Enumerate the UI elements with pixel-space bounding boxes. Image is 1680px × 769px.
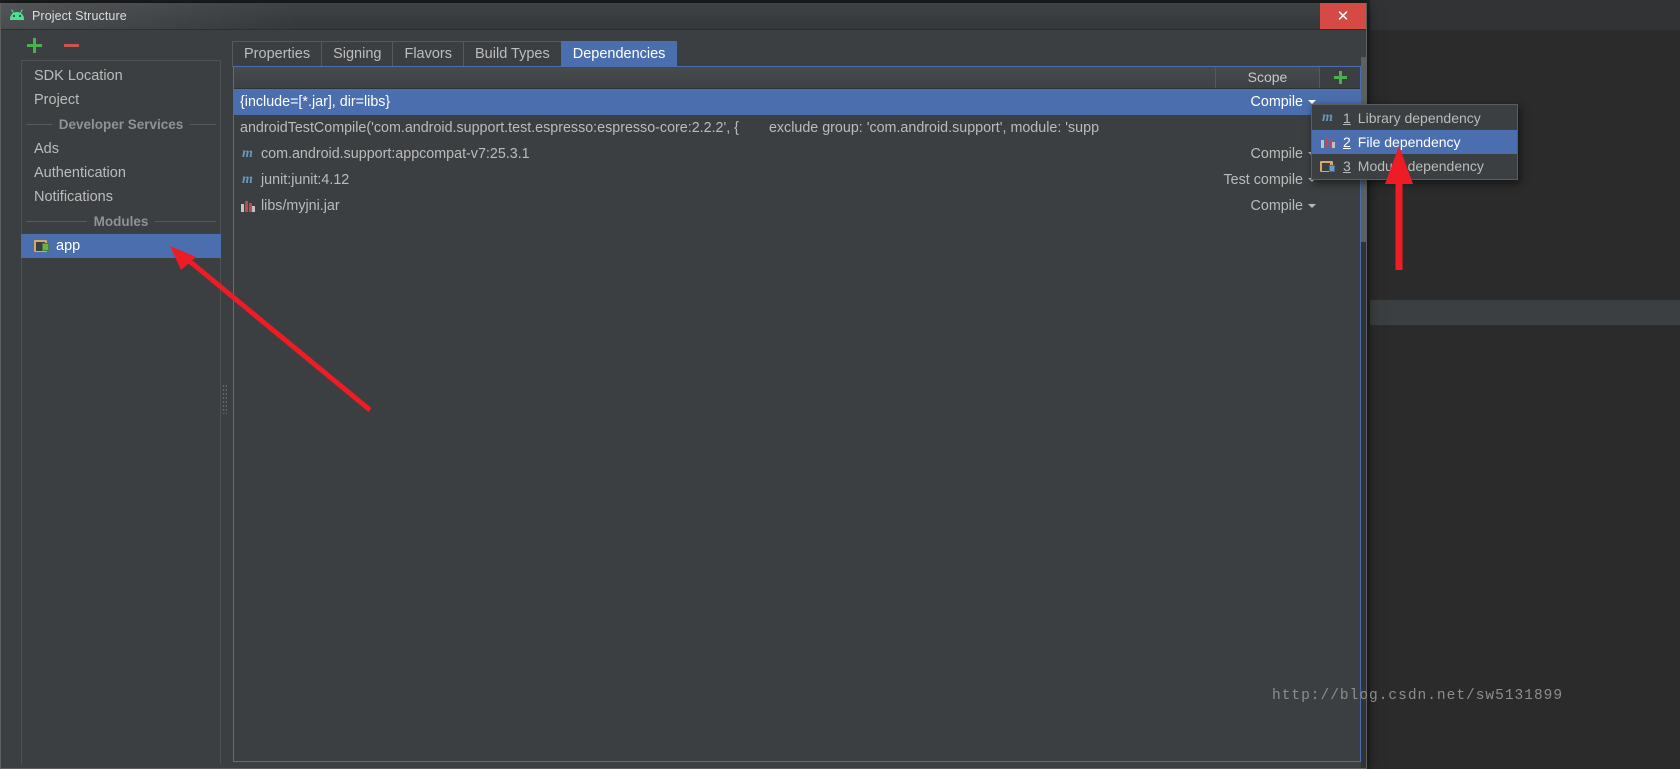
maven-icon: m: [242, 172, 253, 187]
left-pane-toolbar: [1, 30, 229, 60]
row-name-cell: {include=[*.jar], dir=libs}: [234, 94, 1216, 110]
row-label: libs/myjni.jar: [261, 198, 340, 214]
column-header-scope[interactable]: Scope: [1216, 67, 1320, 88]
add-dependency-popup-menu: m 1 Library dependency 2 File dependency…: [1311, 104, 1518, 180]
rule-right: [190, 124, 216, 125]
row-scope-label: Compile: [1250, 198, 1303, 214]
menu-mnemonic: 3: [1343, 158, 1351, 174]
sidebar-item-sdk-location[interactable]: SDK Location: [22, 64, 220, 88]
backdrop-divider: [1367, 300, 1680, 325]
sidebar-item-label: Authentication: [34, 165, 126, 181]
backdrop-top-strip: [1367, 0, 1680, 30]
table-row[interactable]: {include=[*.jar], dir=libs} Compile: [234, 89, 1360, 115]
row-extra-label: exclude group: 'com.android.support', mo…: [768, 120, 1100, 136]
structure-list: SDK Location Project Developer Services …: [21, 60, 221, 764]
menu-item-module-dependency[interactable]: 3 Module dependency: [1312, 154, 1517, 178]
tab-properties[interactable]: Properties: [232, 41, 323, 67]
sidebar-item-project[interactable]: Project: [22, 88, 220, 112]
sidebar-item-app[interactable]: app: [21, 234, 221, 258]
menu-item-label: Library dependency: [1357, 110, 1481, 126]
row-scope-cell[interactable]: Compile: [1216, 146, 1320, 162]
sidebar-item-label: Ads: [34, 141, 59, 157]
menu-item-label: File dependency: [1357, 134, 1461, 150]
tab-build-types[interactable]: Build Types: [463, 41, 562, 67]
sidebar-item-ads[interactable]: Ads: [22, 137, 220, 161]
jar-icon: [1319, 135, 1336, 149]
tab-flavors[interactable]: Flavors: [392, 41, 465, 67]
maven-icon: m: [242, 146, 253, 161]
row-scope-label: Test compile: [1223, 172, 1303, 188]
sidebar-item-label: Project: [34, 92, 80, 108]
row-scope-cell[interactable]: Compile: [1216, 198, 1320, 214]
dialog-titlebar: Project Structure ✕: [1, 3, 1366, 30]
right-pane: Properties Signing Flavors Build Types D…: [229, 30, 1366, 768]
close-button[interactable]: ✕: [1320, 3, 1366, 29]
left-pane: SDK Location Project Developer Services …: [1, 30, 229, 768]
sidebar-group-modules: Modules: [22, 209, 220, 234]
sidebar-group-developer-services: Developer Services: [22, 112, 220, 137]
table-row[interactable]: androidTestCompile('com.android.support.…: [234, 115, 1360, 141]
add-dependency-button[interactable]: [1320, 67, 1360, 88]
rule-right: [155, 221, 217, 222]
table-header: Scope: [234, 67, 1360, 89]
dialog-body: SDK Location Project Developer Services …: [1, 30, 1366, 768]
rule-left: [26, 221, 87, 222]
rule-left: [26, 124, 52, 125]
chevron-down-icon[interactable]: [1308, 204, 1316, 208]
tab-bar: Properties Signing Flavors Build Types D…: [232, 41, 678, 67]
menu-item-library-dependency[interactable]: m 1 Library dependency: [1312, 106, 1517, 130]
dialog-title: Project Structure: [32, 9, 127, 23]
pane-splitter-handle[interactable]: [222, 384, 227, 414]
maven-icon: m: [1322, 110, 1333, 125]
row-label: junit:junit:4.12: [261, 172, 350, 188]
menu-mnemonic: 2: [1343, 134, 1351, 150]
row-scope-label: Compile: [1250, 146, 1303, 162]
row-name-cell: m com.android.support:appcompat-v7:25.3.…: [234, 146, 1216, 162]
project-structure-dialog: Project Structure ✕ SDK Location Project…: [0, 3, 1367, 769]
dependencies-table: Scope {include=[*.jar], dir=libs} Compil…: [233, 66, 1361, 762]
row-label: {include=[*.jar], dir=libs}: [240, 94, 391, 110]
row-scope-cell[interactable]: Test compile: [1216, 172, 1320, 188]
sidebar-item-authentication[interactable]: Authentication: [22, 161, 220, 185]
plus-icon: [1333, 71, 1347, 84]
sidebar-item-label: app: [56, 238, 81, 254]
menu-item-file-dependency[interactable]: 2 File dependency: [1312, 130, 1517, 154]
sidebar-item-label: Notifications: [34, 189, 113, 205]
column-header-name[interactable]: [234, 67, 1216, 88]
add-module-icon[interactable]: [27, 37, 42, 53]
row-scope-cell[interactable]: Compile: [1216, 94, 1320, 110]
table-row[interactable]: libs/myjni.jar Compile: [234, 193, 1360, 219]
sidebar-item-label: SDK Location: [34, 68, 123, 84]
sidebar-group-label: Modules: [93, 214, 149, 229]
module-icon: [34, 239, 50, 253]
jar-icon: [240, 199, 255, 213]
table-body: {include=[*.jar], dir=libs} Compile andr…: [234, 89, 1360, 219]
row-scope-label: Compile: [1250, 94, 1303, 110]
table-row[interactable]: m com.android.support:appcompat-v7:25.3.…: [234, 141, 1360, 167]
folder-icon: [1319, 160, 1336, 173]
remove-module-icon[interactable]: [64, 38, 79, 53]
table-row[interactable]: m junit:junit:4.12 Test compile: [234, 167, 1360, 193]
row-label: com.android.support:appcompat-v7:25.3.1: [261, 146, 530, 162]
row-name-cell: androidTestCompile('com.android.support.…: [234, 120, 1216, 136]
android-studio-icon: [9, 8, 25, 24]
menu-mnemonic: 1: [1343, 110, 1351, 126]
tab-signing[interactable]: Signing: [321, 41, 394, 67]
sidebar-item-notifications[interactable]: Notifications: [22, 185, 220, 209]
row-label: androidTestCompile('com.android.support.…: [240, 120, 739, 136]
sidebar-group-label: Developer Services: [58, 117, 184, 132]
menu-item-label: Module dependency: [1357, 158, 1484, 174]
row-name-cell: libs/myjni.jar: [234, 198, 1216, 214]
row-name-cell: m junit:junit:4.12: [234, 172, 1216, 188]
tab-dependencies[interactable]: Dependencies: [560, 41, 678, 67]
watermark-text: http://blog.csdn.net/sw5131899: [1272, 688, 1564, 704]
